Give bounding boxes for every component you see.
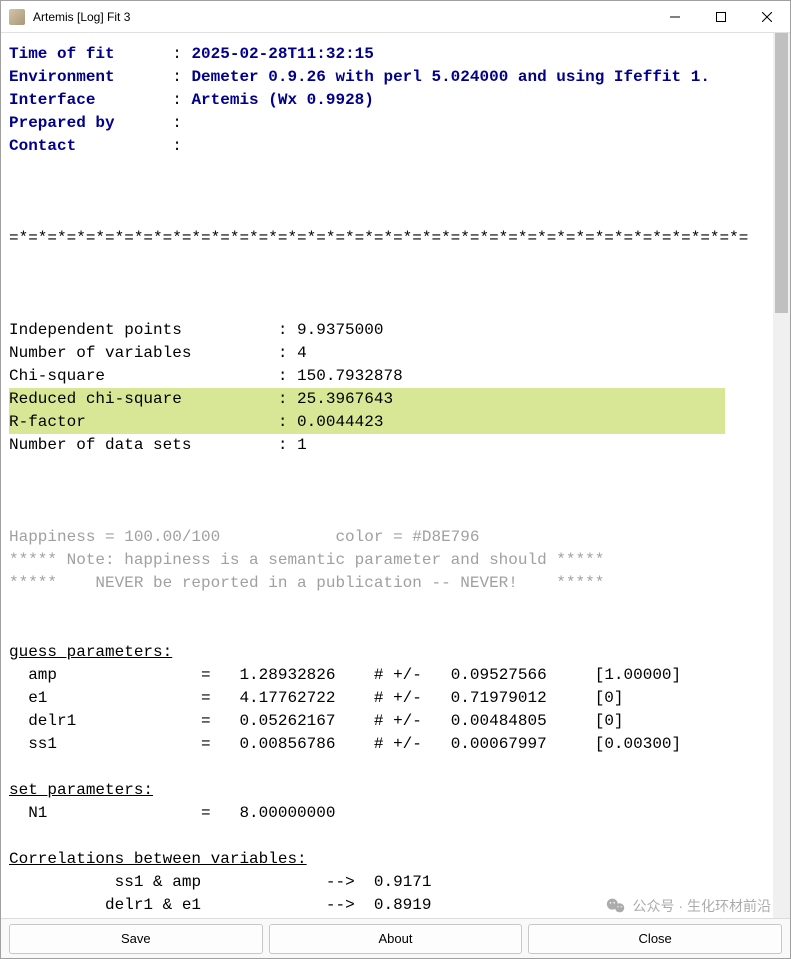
rfactor-row: R-factor : 0.0044423 — [9, 411, 725, 434]
close-button[interactable]: Close — [528, 924, 782, 954]
param-init: [0] — [595, 712, 624, 730]
param-pm: 0.71979012 — [451, 689, 547, 707]
separator-line: =*=*=*=*=*=*=*=*=*=*=*=*=*=*=*=*=*=*=*=*… — [9, 229, 748, 247]
corr-arrow: --> — [326, 873, 355, 891]
maximize-button[interactable] — [698, 1, 744, 33]
param-value: 0.05262167 — [239, 712, 335, 730]
close-window-button[interactable] — [744, 1, 790, 33]
save-button[interactable]: Save — [9, 924, 263, 954]
param-pm: 0.00484805 — [451, 712, 547, 730]
bottom-toolbar: Save About Close — [1, 918, 790, 958]
log-text: Time of fit : 2025-02-28T11:32:15 Enviro… — [1, 33, 773, 918]
close-icon — [762, 12, 772, 22]
redchisq-label: Reduced chi-square — [9, 390, 182, 408]
param-name: ss1 — [28, 735, 57, 753]
content-area: Time of fit : 2025-02-28T11:32:15 Enviro… — [1, 33, 790, 918]
corr-value: 0.8919 — [374, 896, 432, 914]
interface-value: Artemis (Wx 0.9928) — [191, 91, 373, 109]
set-value: 8.00000000 — [239, 804, 335, 822]
independent-label: Independent points — [9, 321, 182, 339]
time-value: 2025-02-28T11:32:15 — [191, 45, 373, 63]
note-line-1: ***** Note: happiness is a semantic para… — [9, 551, 604, 569]
independent-value: 9.9375000 — [297, 321, 383, 339]
interface-label: Interface — [9, 91, 95, 109]
redchisq-row: Reduced chi-square : 25.3967643 — [9, 388, 725, 411]
happiness-line: Happiness = 100.00/100 color = #D8E796 — [9, 528, 479, 546]
vertical-scrollbar[interactable] — [773, 33, 790, 918]
colon: : — [115, 114, 192, 132]
param-name: e1 — [28, 689, 47, 707]
prepared-label: Prepared by — [9, 114, 115, 132]
corr-arrow: --> — [326, 896, 355, 914]
env-value: Demeter 0.9.26 with perl 5.024000 and us… — [191, 68, 709, 86]
param-name: amp — [28, 666, 57, 684]
corr-pair: delr1 & e1 — [105, 896, 201, 914]
param-value: 4.17762722 — [239, 689, 335, 707]
env-label: Environment — [9, 68, 115, 86]
main-window: Artemis [Log] Fit 3 Time of fit : 2025-0… — [0, 0, 791, 959]
wechat-icon — [605, 895, 627, 917]
app-icon — [9, 9, 25, 25]
redchisq-value: 25.3967643 — [297, 390, 393, 408]
chisq-value: 150.7932878 — [297, 367, 403, 385]
guess-header: guess parameters: — [9, 643, 172, 661]
note-line-2: ***** NEVER be reported in a publication… — [9, 574, 604, 592]
param-init: [0.00300] — [595, 735, 681, 753]
param-pm: 0.00067997 — [451, 735, 547, 753]
titlebar: Artemis [Log] Fit 3 — [1, 1, 790, 33]
corr-value: 0.9171 — [374, 873, 432, 891]
watermark: 公众号 · 生化环材前沿 — [605, 895, 771, 917]
window-controls — [652, 1, 790, 33]
nvars-value: 4 — [297, 344, 307, 362]
colon: : — [95, 91, 191, 109]
colon: : — [115, 68, 192, 86]
param-init: [1.00000] — [595, 666, 681, 684]
rfactor-label: R-factor — [9, 413, 86, 431]
param-value: 1.28932826 — [239, 666, 335, 684]
time-label: Time of fit — [9, 45, 115, 63]
param-value: 0.00856786 — [239, 735, 335, 753]
ndatasets-label: Number of data sets — [9, 436, 191, 454]
minimize-icon — [670, 12, 680, 22]
rfactor-value: 0.0044423 — [297, 413, 383, 431]
param-init: [0] — [595, 689, 624, 707]
corr-header: Correlations between variables: — [9, 850, 307, 868]
colon: : — [115, 45, 192, 63]
watermark-text: 公众号 · 生化环材前沿 — [633, 896, 771, 916]
minimize-button[interactable] — [652, 1, 698, 33]
set-header: set parameters: — [9, 781, 153, 799]
chisq-label: Chi-square — [9, 367, 105, 385]
maximize-icon — [716, 12, 726, 22]
ndatasets-value: 1 — [297, 436, 307, 454]
param-pm: 0.09527566 — [451, 666, 547, 684]
colon: : — [76, 137, 191, 155]
corr-pair: ss1 & amp — [115, 873, 201, 891]
set-name: N1 — [28, 804, 47, 822]
nvars-label: Number of variables — [9, 344, 191, 362]
window-title: Artemis [Log] Fit 3 — [33, 10, 652, 24]
about-button[interactable]: About — [269, 924, 523, 954]
param-name: delr1 — [28, 712, 76, 730]
scrollbar-thumb[interactable] — [775, 33, 788, 313]
contact-label: Contact — [9, 137, 76, 155]
